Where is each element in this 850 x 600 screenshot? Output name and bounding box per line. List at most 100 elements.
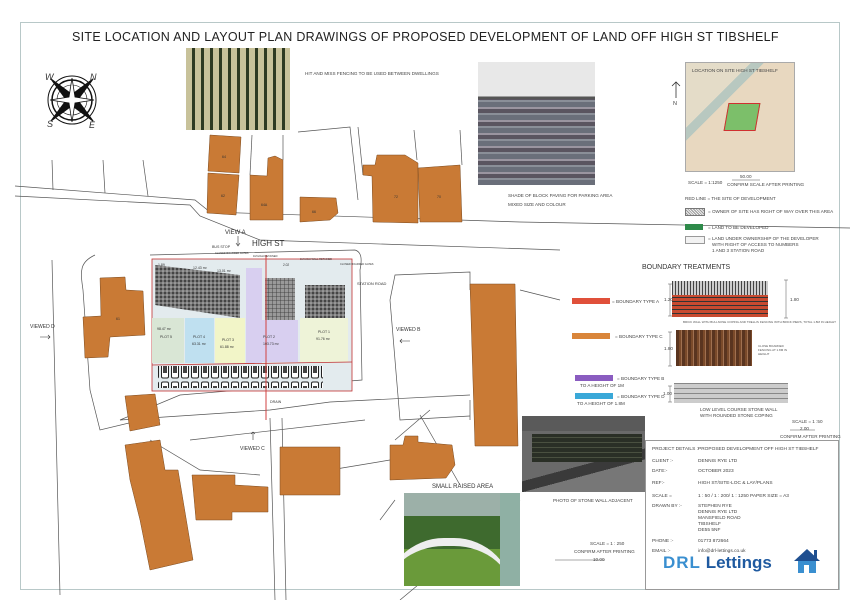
boundary-scale-bar: 2.00 — [800, 426, 809, 431]
location-confirm-scale: CONFIRM SCALE AFTER PRINTING — [727, 182, 805, 187]
dimension-label: 2.02 — [283, 263, 289, 267]
legend-green: = LAND TO BE DEVELOPED — [708, 225, 769, 230]
bus-stop-label: BUS STOP — [212, 245, 231, 249]
roof-plot-1 — [305, 285, 345, 318]
fencing-photo — [186, 48, 290, 130]
paving-caption-line1: SHADE OF BLOCK PAVING FOR PARKING AREA — [508, 193, 613, 198]
building-number: 70 — [437, 195, 441, 199]
boundary-type-a-label: = BOUNDARY TYPE A — [612, 299, 660, 304]
plot-1-label: PLOT 1 — [318, 330, 330, 334]
date-label: DATE:- — [652, 469, 668, 474]
stone-wall-caption-line1: LOW LEVEL COURSE STONE WALL — [700, 407, 778, 412]
plot-4-area — [185, 318, 214, 363]
drawn-by-line: MANSFIELD ROAD — [698, 516, 741, 521]
building-61 — [82, 276, 146, 359]
plot-2-label: PLOT 2 — [263, 335, 275, 339]
station-road-label: STATION ROAD — [357, 281, 387, 286]
gates-label: CLOSED BOARDED GATES — [215, 251, 249, 255]
plot-5-area-label: 98.47 m² — [157, 327, 172, 331]
type-a-height-left: 1.20 — [664, 297, 673, 302]
compass-n: N — [90, 72, 97, 82]
north-label: N — [673, 101, 677, 107]
raised-area-label: SMALL RAISED AREA — [432, 484, 494, 490]
drain-label: DRAIN — [270, 400, 282, 404]
plot-4-label: PLOT 4 — [193, 335, 205, 339]
high-st-label: HIGH ST — [252, 239, 285, 248]
ref-label: REF:- — [652, 481, 665, 486]
gates-label: CLOSED BOARDED GATES — [340, 262, 374, 266]
area-label: 12.43 m² — [193, 266, 208, 270]
paving-caption-line2: MIXED SIZE AND COLOUR — [508, 202, 566, 207]
boundary-scale: SCALE = 1 :50 — [792, 419, 823, 424]
building-64a — [249, 155, 284, 221]
legend-hatched: = OWNER OF SITE HAS RIGHT OF WAY OVER TH… — [708, 209, 834, 214]
building-66 — [299, 196, 339, 223]
building-number: 64A — [261, 203, 268, 207]
area-label: 13.01 m² — [217, 269, 232, 273]
boundary-heading: BOUNDARY TREATMENTS — [642, 264, 731, 271]
building-number: 72 — [394, 195, 398, 199]
compass-e: E — [89, 120, 96, 130]
building-number: 66 — [312, 210, 316, 214]
date-value: OCTOBER 2023 — [698, 469, 734, 474]
stone-wall-caption-line2: WITH ROUNDED STONE COPING — [700, 413, 773, 418]
drl-lettings-logo: DRL Lettings — [663, 553, 772, 572]
legend-grey-line1: = LAND UNDER OWNERSHIP OF THE DEVELOPER — [708, 236, 819, 241]
north-arrow-icon — [671, 81, 681, 98]
house-icon — [794, 549, 820, 573]
plot-2-area-label: 103.73 m² — [263, 342, 280, 346]
legend-grey-line2: WITH RIGHT OF ACCESS TO NUMBERS — [712, 242, 799, 247]
legend-grey-line3: 1 AND 3 STATION ROAD — [712, 248, 765, 253]
building — [389, 435, 456, 481]
drawn-by-line: DENNIS RYE LTD — [698, 510, 738, 515]
plot-4-area-label: 63.31 m² — [192, 342, 207, 346]
stone-wall-photo — [522, 416, 645, 492]
legend-grey-swatch — [685, 236, 705, 244]
building-64 — [207, 134, 242, 174]
client-value: DENNIS RYE LTD — [698, 459, 738, 464]
type-a-height-right: 1.80 — [790, 297, 799, 302]
building — [191, 474, 269, 521]
drawn-by-line: DE55 5NF — [698, 528, 721, 533]
stone-wall-photo-caption: PHOTO OF STONE WALL ADJACENT — [553, 498, 633, 503]
type-a-caption: BRICK WALL WITH BULLNOSE COPING AND TREL… — [683, 320, 836, 324]
raised-area-photo — [404, 493, 520, 586]
viewed-d-label: VIEWED D — [30, 324, 55, 330]
compass-s: S — [47, 119, 53, 129]
boundary-type-a-swatch — [572, 298, 610, 304]
boundary-type-b-swatch — [575, 375, 613, 381]
building-70 — [417, 164, 463, 223]
legend-red-line: RED LINE = THE SITE OF DEVELOPMENT — [685, 196, 776, 201]
viewed-b-label: VIEWED B — [396, 327, 421, 333]
boundary-type-b-note: TO A HEIGHT OF 1M — [580, 383, 624, 388]
close-boarded-fence-image — [676, 330, 752, 366]
building-number: 62 — [221, 194, 225, 198]
phone-label: PHONE :- — [652, 539, 674, 544]
boundary-type-c-swatch — [572, 333, 610, 339]
drawn-by-label: DRAWN BY :- — [652, 504, 682, 509]
plot-5-area — [152, 318, 184, 363]
plot-1-area-label: 91.76 m² — [316, 337, 331, 341]
plan-confirm: CONFIRM AFTER PRINTING — [574, 549, 635, 554]
client-label: CLIENT :- — [652, 459, 674, 464]
access-lane — [246, 268, 262, 363]
parking-row — [158, 366, 323, 388]
roof-plot-2 — [265, 278, 295, 320]
boundary-confirm: CONFIRM AFTER PRINTING — [780, 434, 841, 439]
building-number: 64 — [222, 155, 226, 159]
boundary-type-c-label: = BOUNDARY TYPE C — [615, 334, 663, 339]
plot-3-area-label: 61.88 m² — [220, 345, 235, 349]
building-72 — [362, 154, 419, 224]
plot-3-label: PLOT 3 — [222, 338, 234, 342]
plot-2-area — [262, 320, 298, 362]
stone-wall-image — [674, 383, 788, 403]
boundary-type-d-note: TO A HEIGHT OF 1.8M — [577, 401, 625, 406]
boundary-type-d-swatch — [575, 393, 613, 399]
plan-scale-bar: 10.00 — [593, 557, 605, 562]
details-label: PROJECT DETAILS :- — [652, 447, 700, 452]
fencing-caption: HIT AND MISS FENCING TO BE USED BETWEEN … — [305, 71, 439, 76]
building — [279, 446, 341, 496]
brick-wall-trellis-image — [672, 281, 768, 317]
project-details-box: PROJECT DETAILS :- PROPOSED DEVELOPMENT … — [645, 440, 839, 590]
drawn-by-line: STEPHEN RYE — [698, 504, 732, 509]
